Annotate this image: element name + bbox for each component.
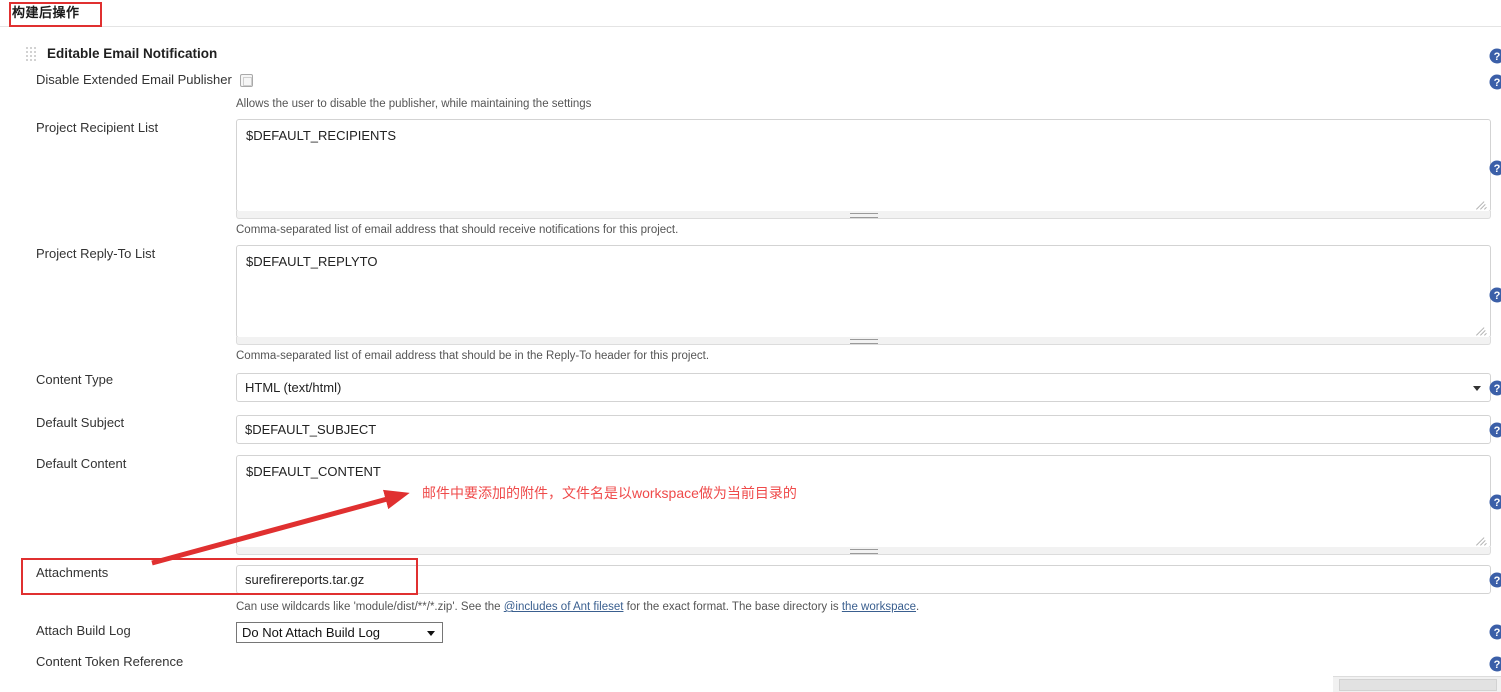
attachments-help-post: . <box>916 601 920 613</box>
attach-build-log-value: Do Not Attach Build Log <box>242 625 381 640</box>
project-reply-to-list-label: Project Reply-To List <box>36 246 156 261</box>
header-divider <box>0 26 1501 27</box>
horizontal-scrollbar[interactable] <box>1333 676 1501 692</box>
svg-text:?: ? <box>1494 290 1501 302</box>
disable-publisher-help: Allows the user to disable the publisher… <box>236 98 592 110</box>
project-reply-to-list-help: Comma-separated list of email address th… <box>236 350 710 362</box>
ant-fileset-link[interactable]: @includes of Ant fileset <box>504 601 624 613</box>
svg-text:?: ? <box>1494 425 1501 437</box>
attach-build-log-select[interactable]: Do Not Attach Build Log <box>236 622 443 643</box>
attachments-label: Attachments <box>36 565 109 580</box>
content-type-label: Content Type <box>36 372 114 387</box>
project-recipient-list-label: Project Recipient List <box>36 120 159 135</box>
content-type-value: HTML (text/html) <box>245 380 342 395</box>
help-question-icon[interactable]: ? <box>1489 380 1501 396</box>
default-content-label: Default Content <box>36 456 127 471</box>
attachments-help-pre: Can use wildcards like 'module/dist/**/*… <box>236 601 504 613</box>
page-title: 构建后操作 <box>12 5 80 20</box>
the-workspace-link[interactable]: the workspace <box>842 601 916 613</box>
project-recipient-list-textarea[interactable] <box>236 119 1491 212</box>
help-question-icon[interactable]: ? <box>1489 160 1501 176</box>
block-title: Editable Email Notification <box>47 46 218 61</box>
help-question-icon[interactable]: ? <box>1489 572 1501 588</box>
help-question-icon[interactable]: ? <box>1489 422 1501 438</box>
disable-publisher-checkbox[interactable] <box>240 74 253 87</box>
help-question-icon[interactable]: ? <box>1489 656 1501 672</box>
project-reply-to-list-textarea[interactable] <box>236 245 1491 338</box>
project-reply-to-list-dragbar[interactable] <box>236 337 1491 345</box>
svg-text:?: ? <box>1494 383 1501 395</box>
drag-grip-icon[interactable] <box>26 47 38 61</box>
content-type-select[interactable]: HTML (text/html) <box>236 373 1491 402</box>
chevron-down-icon <box>427 630 435 636</box>
attachments-help-mid: for the exact format. The base directory… <box>623 601 842 613</box>
project-recipient-list-dragbar[interactable] <box>236 211 1491 219</box>
help-question-icon[interactable]: ? <box>1489 624 1501 640</box>
svg-text:?: ? <box>1494 627 1501 639</box>
chevron-down-icon <box>1473 385 1481 391</box>
svg-text:?: ? <box>1494 659 1501 671</box>
svg-text:?: ? <box>1494 77 1501 89</box>
default-content-dragbar[interactable] <box>236 547 1491 555</box>
help-question-icon[interactable]: ? <box>1489 48 1501 64</box>
attachments-input[interactable] <box>236 565 1491 594</box>
svg-text:?: ? <box>1494 497 1501 509</box>
svg-text:?: ? <box>1494 575 1501 587</box>
help-question-icon[interactable]: ? <box>1489 287 1501 303</box>
help-question-icon[interactable]: ? <box>1489 494 1501 510</box>
help-question-icon[interactable]: ? <box>1489 74 1501 90</box>
disable-publisher-label: Disable Extended Email Publisher <box>36 72 232 87</box>
svg-text:?: ? <box>1494 163 1501 175</box>
default-subject-label: Default Subject <box>36 415 125 430</box>
svg-text:?: ? <box>1494 51 1501 63</box>
post-build-actions-page: 构建后操作 Editable Email Notification Disabl… <box>0 0 1501 692</box>
horizontal-scrollbar-thumb[interactable] <box>1339 679 1497 691</box>
content-token-reference-label: Content Token Reference <box>36 654 184 669</box>
attach-build-log-label: Attach Build Log <box>36 623 131 638</box>
default-content-textarea[interactable] <box>236 455 1491 548</box>
attachments-help: Can use wildcards like 'module/dist/**/*… <box>236 600 919 615</box>
editable-email-notification-header: Editable Email Notification <box>26 45 217 63</box>
default-subject-input[interactable] <box>236 415 1491 444</box>
project-recipient-list-help: Comma-separated list of email address th… <box>236 224 679 236</box>
section-header: 构建后操作 <box>0 0 1501 27</box>
